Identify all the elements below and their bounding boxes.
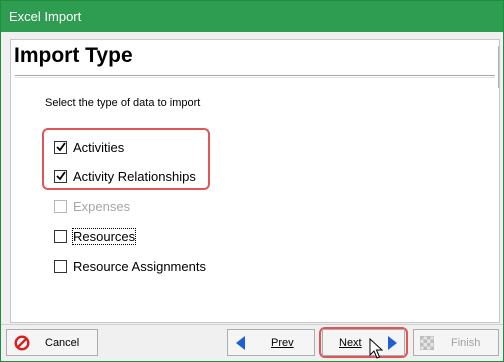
activity-relationships-checkbox[interactable] — [54, 169, 67, 183]
option-resource-assignments[interactable]: Resource Assignments — [54, 257, 206, 275]
checkered-flag-icon — [420, 335, 434, 350]
instruction-text: Select the type of data to import — [45, 97, 201, 109]
check-icon — [55, 171, 66, 181]
resources-checkbox[interactable] — [54, 229, 67, 243]
title-divider-shadow — [15, 77, 495, 78]
next-label: Next — [339, 336, 362, 349]
title-bar[interactable]: Excel Import — [1, 1, 503, 32]
activities-label: Activities — [73, 139, 125, 155]
mouse-pointer-icon — [369, 338, 383, 359]
next-button[interactable]: Next — [322, 329, 405, 356]
finish-button: Finish — [413, 329, 499, 356]
left-arrow-icon — [235, 335, 247, 351]
option-activity-relationships[interactable]: Activity Relationships — [54, 167, 196, 185]
option-resources[interactable]: Resources — [54, 227, 137, 245]
window-title: Excel Import — [9, 9, 82, 24]
finish-label: Finish — [451, 336, 481, 349]
expenses-label: Expenses — [73, 198, 131, 214]
activity-relationships-label: Activity Relationships — [73, 168, 196, 184]
footer-divider — [1, 324, 503, 325]
resource-assignments-checkbox[interactable] — [54, 259, 67, 273]
resources-label: Resources — [71, 227, 137, 245]
excel-import-dialog: Excel Import Import Type Select the type… — [0, 0, 504, 362]
prev-label: Prev — [271, 336, 294, 349]
activities-checkbox[interactable] — [54, 140, 67, 154]
cancel-icon — [14, 334, 30, 351]
check-icon — [55, 142, 66, 152]
title-divider — [15, 75, 495, 76]
panel-edge — [498, 46, 499, 88]
right-arrow-icon — [386, 335, 398, 351]
prev-button[interactable]: Prev — [227, 329, 315, 356]
cancel-button[interactable]: Cancel — [6, 329, 98, 356]
option-activities[interactable]: Activities — [54, 138, 124, 156]
expenses-checkbox — [54, 199, 67, 213]
page-title: Import Type — [14, 44, 133, 67]
resource-assignments-label: Resource Assignments — [73, 258, 206, 274]
cancel-label: Cancel — [45, 336, 80, 349]
option-expenses: Expenses — [54, 197, 130, 215]
